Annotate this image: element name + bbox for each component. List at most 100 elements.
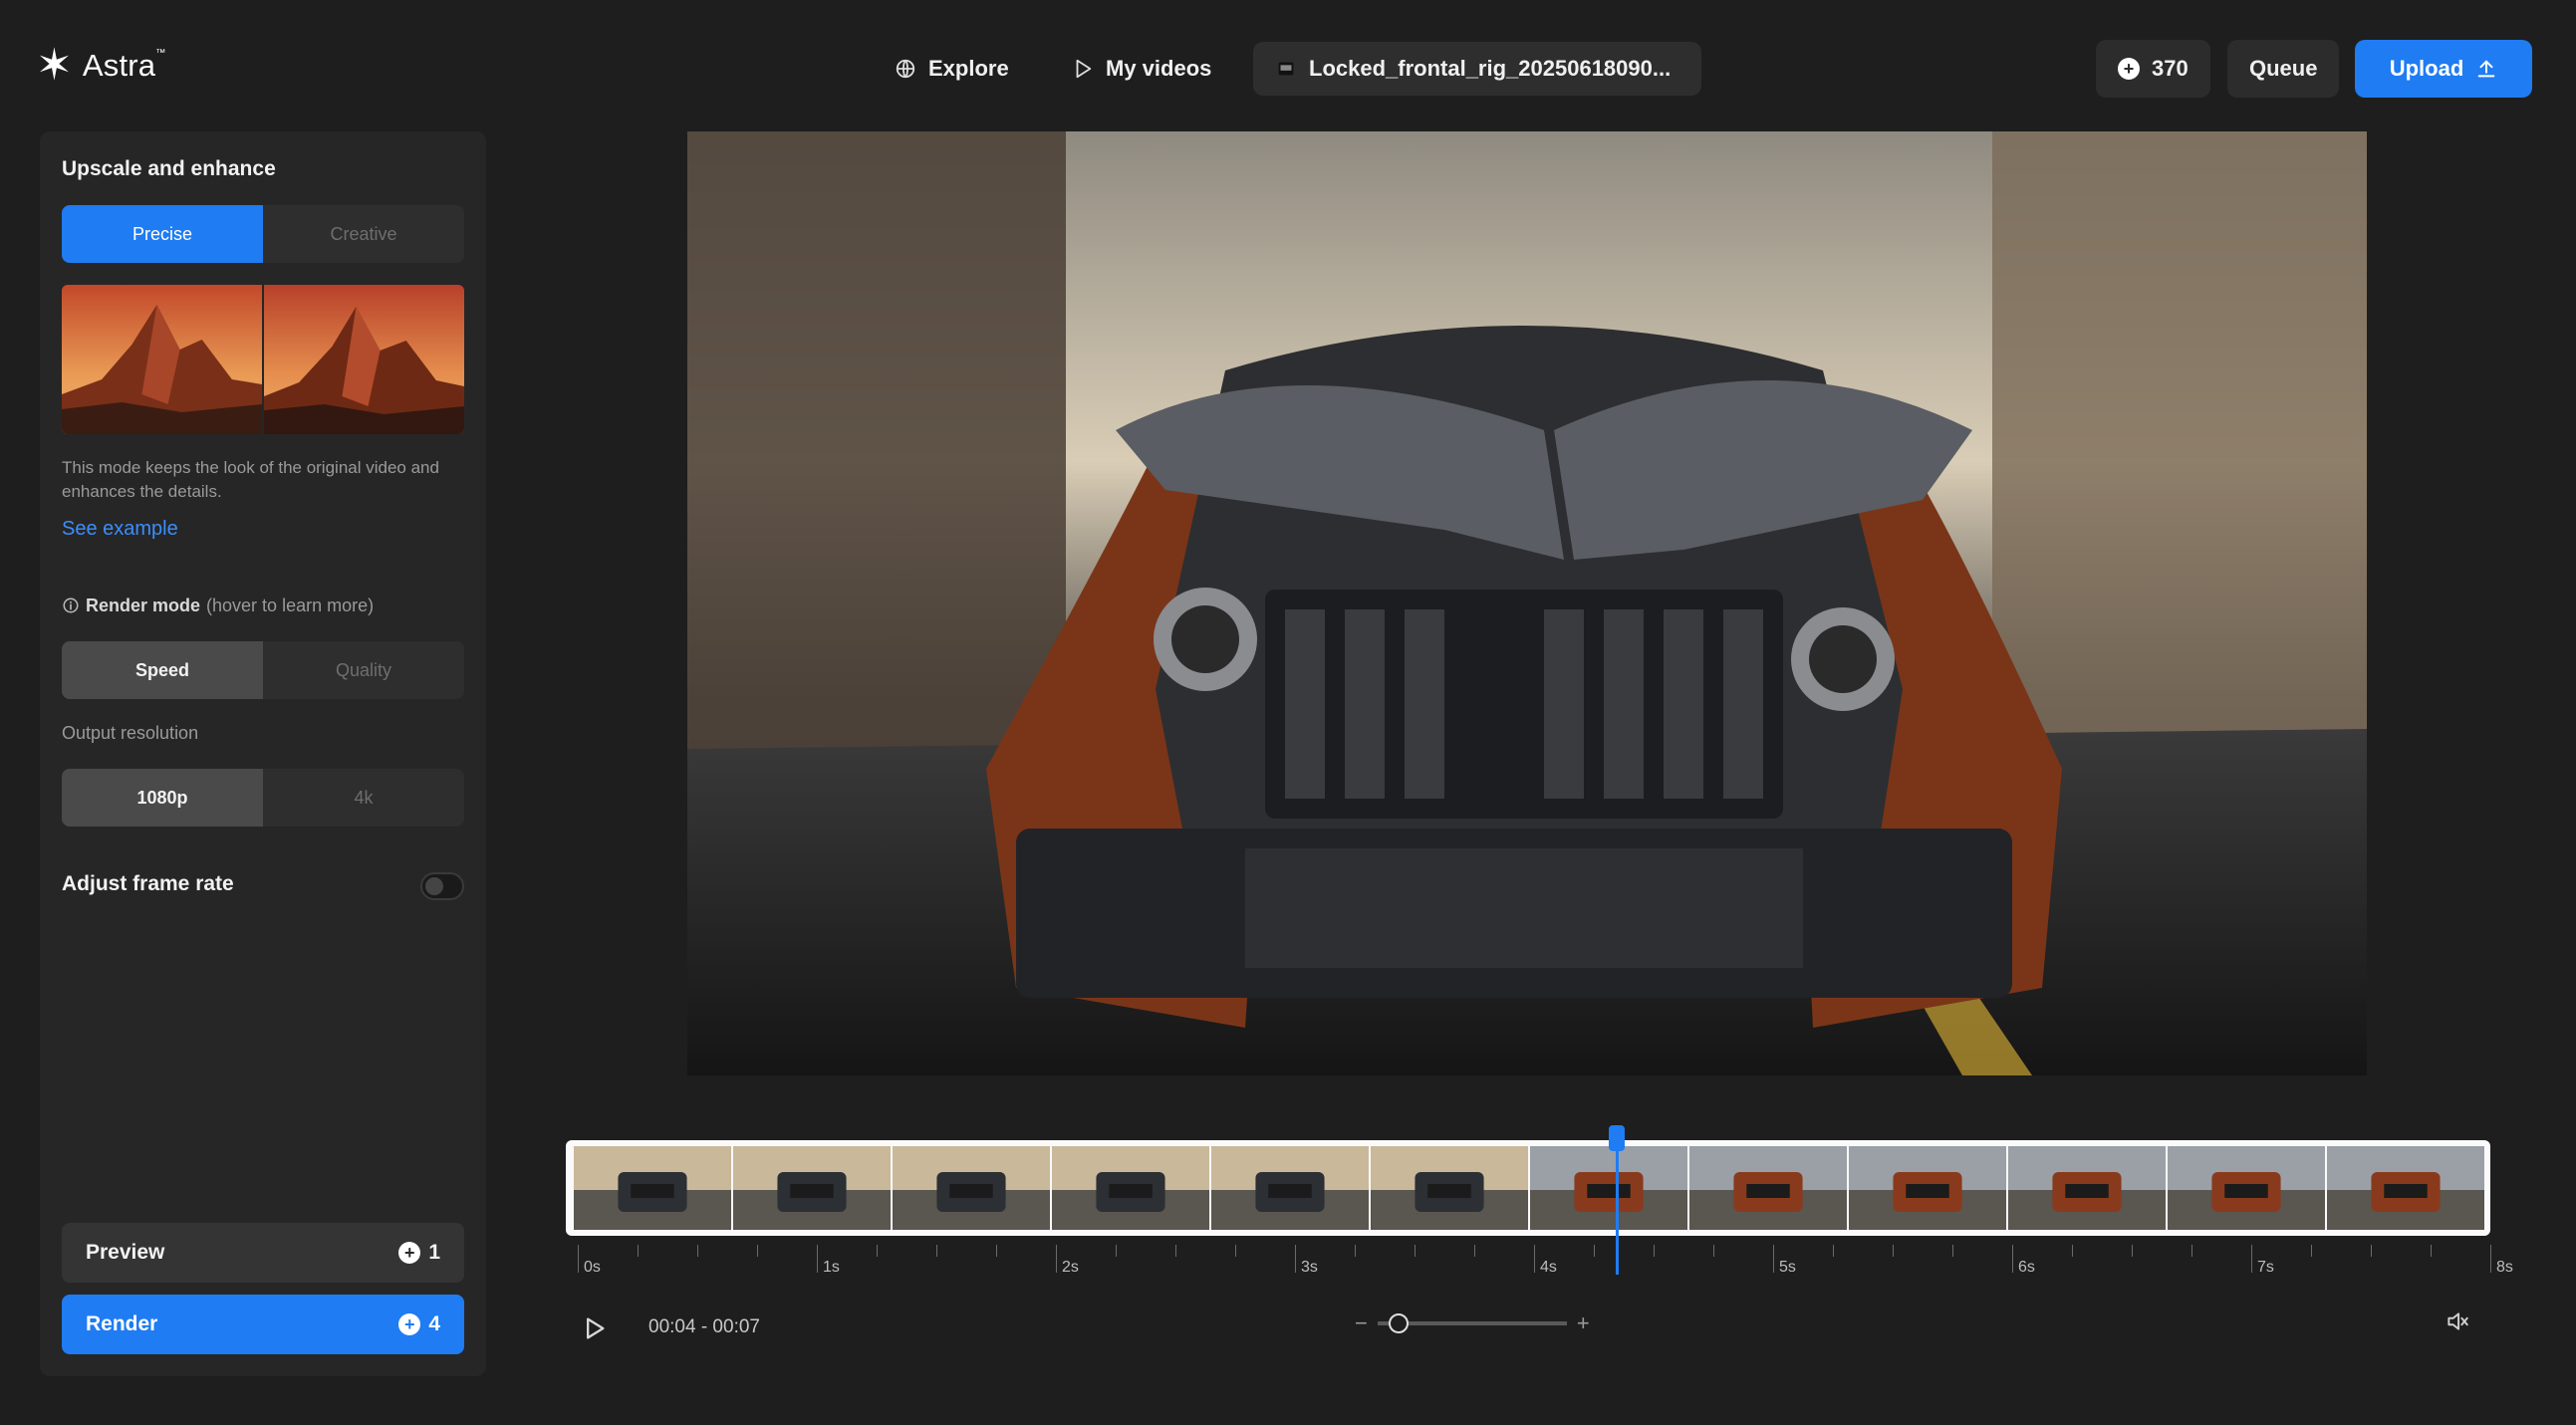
timeline-frame-thumbnail (1371, 1146, 1528, 1230)
resolution-1080p[interactable]: 1080p (62, 769, 263, 827)
timeline-strip[interactable] (566, 1140, 2490, 1236)
ruler-major-tick (2490, 1245, 2491, 1273)
render-mode-label: Render mode (86, 594, 201, 615)
zoom-slider-track[interactable] (1377, 1313, 1567, 1333)
ruler-tick-label: 5s (1779, 1259, 1796, 1276)
ruler-tick-label: 3s (1301, 1259, 1318, 1276)
credit-plus-icon: + (398, 1313, 421, 1335)
ruler-minor-tick (996, 1245, 997, 1257)
mode-example-thumbnails (62, 285, 464, 434)
video-frame-image (687, 131, 2367, 1075)
ruler-tick-label: 6s (2018, 1259, 2035, 1276)
ruler-minor-tick (1833, 1245, 1834, 1257)
nav-explore[interactable]: Explore (873, 42, 1031, 96)
play-icon (1076, 59, 1092, 79)
mountain-thumbnail-after (264, 285, 464, 434)
mode-precise[interactable]: Precise (62, 205, 263, 263)
ruler-minor-tick (2132, 1245, 2133, 1257)
upload-icon (2477, 60, 2495, 78)
mute-button[interactable] (2445, 1308, 2470, 1339)
app-name: Astra™ (82, 48, 166, 83)
tab-current-file[interactable]: Locked_frontal_rig_20250618090... (1253, 42, 1701, 96)
timeline-frame-thumbnail (1689, 1146, 1847, 1230)
ruler-major-tick (2251, 1245, 2252, 1273)
play-button[interactable] (580, 1314, 608, 1347)
ruler-minor-tick (697, 1245, 698, 1257)
frame-rate-label: Adjust frame rate (62, 872, 234, 895)
zoom-out-button[interactable]: − (1355, 1310, 1368, 1336)
nav-my-videos-label: My videos (1106, 56, 1212, 81)
ruler-minor-tick (936, 1245, 937, 1257)
upload-label: Upload (2389, 56, 2464, 81)
ruler-minor-tick (1594, 1245, 1595, 1257)
playhead-handle[interactable] (1609, 1125, 1625, 1151)
speaker-muted-icon (2447, 1312, 2468, 1330)
astra-logo[interactable]: ✶ Astra™ (36, 44, 165, 88)
ruler-minor-tick (1116, 1245, 1117, 1257)
zoom-in-button[interactable]: + (1577, 1310, 1590, 1336)
resolution-4k[interactable]: 4k (263, 769, 464, 827)
ruler-tick-label: 4s (1540, 1259, 1557, 1276)
zoom-slider-knob[interactable] (1388, 1313, 1409, 1333)
astra-star-icon: ✶ (36, 41, 73, 90)
render-button[interactable]: Render + 4 (62, 1295, 464, 1354)
timeline-frame-thumbnail (574, 1146, 731, 1230)
ruler-tick-label: 0s (584, 1259, 601, 1276)
ruler-minor-tick (1713, 1245, 1714, 1257)
ruler-major-tick (1056, 1245, 1057, 1273)
timeline-frame-thumbnail (1211, 1146, 1369, 1230)
ruler-minor-tick (2431, 1245, 2432, 1257)
zoom-control: − + (1355, 1310, 1590, 1336)
ruler-major-tick (1295, 1245, 1296, 1273)
file-video-icon (1278, 62, 1294, 76)
globe-icon (896, 59, 915, 79)
video-preview[interactable] (687, 131, 2367, 1075)
timeline-ruler: 0s 1s 2s 3s 4s 5s 6s 7s 8s (576, 1245, 2513, 1281)
mode-segmented-control: Precise Creative (62, 205, 464, 263)
timeline-frame-thumbnail (1530, 1146, 1687, 1230)
nav-my-videos[interactable]: My videos (1050, 42, 1233, 96)
timeline-frame-thumbnail (893, 1146, 1050, 1230)
ruler-minor-tick (2191, 1245, 2192, 1257)
mode-description: This mode keeps the look of the original… (62, 458, 439, 501)
frame-rate-toggle[interactable] (420, 872, 464, 900)
ruler-minor-tick (1415, 1245, 1416, 1257)
credits-count: 370 (2152, 56, 2189, 81)
play-icon (587, 1317, 605, 1339)
preview-cost-value: 1 (428, 1241, 440, 1264)
credit-plus-icon: + (2118, 58, 2140, 80)
render-label: Render (86, 1312, 158, 1335)
timeline-frame-thumbnail (1052, 1146, 1209, 1230)
mountain-thumbnail-before (62, 285, 262, 434)
queue-button[interactable]: Queue (2227, 40, 2340, 98)
ruler-minor-tick (1235, 1245, 1236, 1257)
ruler-minor-tick (2072, 1245, 2073, 1257)
render-mode-segmented-control: Speed Quality (62, 641, 464, 699)
ruler-tick-label: 8s (2496, 1259, 2513, 1276)
ruler-minor-tick (757, 1245, 758, 1257)
upload-button[interactable]: Upload (2355, 40, 2532, 98)
ruler-minor-tick (1893, 1245, 1894, 1257)
credits-badge[interactable]: + 370 (2096, 40, 2210, 98)
render-cost-value: 4 (428, 1312, 440, 1335)
file-tab-label: Locked_frontal_rig_20250618090... (1309, 56, 1672, 81)
credit-plus-icon: + (398, 1242, 421, 1264)
ruler-major-tick (2012, 1245, 2013, 1273)
timeline-frame-thumbnail (2168, 1146, 2325, 1230)
ruler-tick-label: 2s (1062, 1259, 1079, 1276)
render-speed[interactable]: Speed (62, 641, 263, 699)
ruler-major-tick (1773, 1245, 1774, 1273)
timeline-frame-thumbnail (2008, 1146, 2166, 1230)
timeline-frame-thumbnail (733, 1146, 891, 1230)
render-quality[interactable]: Quality (263, 641, 464, 699)
resolution-label: Output resolution (62, 723, 199, 743)
see-example-link[interactable]: See example (62, 518, 178, 541)
ruler-minor-tick (2371, 1245, 2372, 1257)
timeline-frame-thumbnail (2327, 1146, 2484, 1230)
time-range: 00:04 - 00:07 (648, 1316, 760, 1337)
preview-button[interactable]: Preview + 1 (62, 1223, 464, 1283)
render-mode-header[interactable]: Render mode (hover to learn more) (62, 594, 374, 617)
preview-label: Preview (86, 1241, 165, 1264)
section-title: Upscale and enhance (62, 157, 276, 180)
mode-creative[interactable]: Creative (263, 205, 464, 263)
